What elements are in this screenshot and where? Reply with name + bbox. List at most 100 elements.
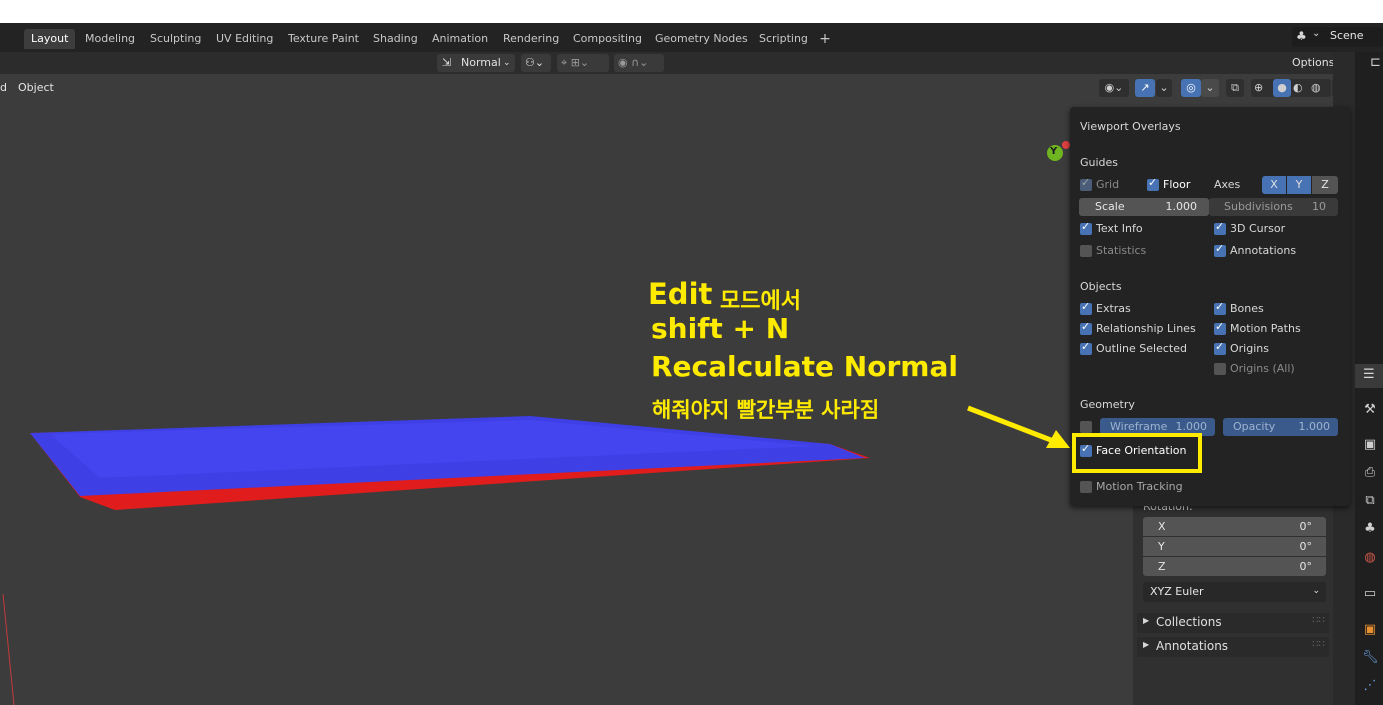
modifier-icon[interactable]: 🔧︎ — [1362, 650, 1379, 666]
tab-geometry-nodes[interactable]: Geometry Nodes — [648, 29, 755, 49]
subdivisions-field[interactable]: Subdivisions 10 — [1209, 198, 1338, 216]
objects-heading: Objects — [1080, 280, 1122, 293]
snap-toggle[interactable]: ⌖ ⊞⌄ — [557, 54, 609, 72]
scale-field[interactable]: Scale 1.000 — [1079, 198, 1209, 216]
drag-handle-icon[interactable]: ∷∷ — [1312, 615, 1325, 626]
render-icon[interactable]: ▣ — [1362, 437, 1378, 453]
statistics-checkbox[interactable] — [1080, 245, 1092, 257]
annotation-line3: Recalculate Normal — [651, 350, 958, 383]
grid-checkbox[interactable] — [1080, 176, 1092, 191]
annotations-checkbox[interactable] — [1214, 242, 1226, 257]
motion-paths-checkbox[interactable] — [1214, 320, 1226, 335]
drag-handle-icon[interactable]: ∷∷ — [1312, 639, 1325, 650]
motion-tracking-checkbox[interactable] — [1080, 481, 1092, 493]
tab-compositing[interactable]: Compositing — [566, 29, 649, 49]
origins-checkbox[interactable] — [1214, 340, 1226, 355]
axis-z-toggle[interactable]: Z — [1312, 176, 1338, 194]
object-menu[interactable]: Object — [13, 79, 59, 97]
rot-z-label: Z — [1158, 560, 1166, 573]
options-label: Options — [1292, 56, 1335, 69]
axis-y-toggle[interactable]: Y — [1287, 176, 1311, 194]
proportional-edit-toggle[interactable]: ◉ ∩⌄ — [614, 54, 664, 72]
relationship-lines-checkbox[interactable] — [1080, 320, 1092, 335]
gizmo-toggle[interactable]: ↗ — [1135, 79, 1155, 97]
extras-label: Extras — [1096, 302, 1131, 315]
origins-all-checkbox[interactable] — [1214, 363, 1226, 375]
rot-x-label: X — [1158, 520, 1166, 533]
statistics-label: Statistics — [1096, 244, 1147, 257]
tab-rendering[interactable]: Rendering — [496, 29, 566, 49]
shading-modes[interactable]: ⊕ ● ◐ ◍ — [1251, 79, 1331, 97]
text-info-checkbox[interactable] — [1080, 220, 1092, 235]
rot-x-value: 0° — [1299, 520, 1313, 533]
annotations-panel-header[interactable]: ▶ Annotations ∷∷ — [1137, 637, 1329, 657]
rotation-mode-dropdown[interactable]: XYZ Euler ⌄ — [1143, 582, 1326, 602]
visibility-dropdown[interactable]: ◉⌄ — [1099, 79, 1129, 97]
tool-settings-icon[interactable]: ⚒ — [1362, 402, 1378, 418]
transform-orientation-dropdown[interactable]: ⇲ Normal ⌄ — [437, 54, 515, 72]
add-workspace-button[interactable]: + — [817, 29, 833, 49]
solid-shading-icon: ● — [1273, 79, 1291, 97]
xray-toggle[interactable]: ⧉ — [1226, 79, 1244, 97]
collection-icon[interactable]: ▭ — [1362, 586, 1378, 602]
origins-all-label: Origins (All) — [1230, 362, 1295, 375]
material-shading-icon: ◐ — [1293, 81, 1303, 94]
scene-props-icon[interactable]: ♣ — [1362, 521, 1378, 537]
scale-label: Scale — [1095, 200, 1125, 213]
rotation-y-field[interactable]: Y 0° — [1143, 537, 1326, 556]
proportional-icon: ◉ ∩⌄ — [618, 56, 649, 69]
bones-checkbox[interactable] — [1214, 300, 1226, 315]
rot-y-label: Y — [1158, 540, 1165, 553]
3d-cursor-checkbox[interactable] — [1214, 220, 1226, 235]
collections-label: Collections — [1156, 615, 1222, 629]
wireframe-checkbox[interactable] — [1080, 421, 1092, 433]
overlays-title: Viewport Overlays — [1080, 120, 1181, 133]
pivot-icon: ⚇⌄ — [525, 56, 545, 69]
chevron-down-icon: ⌄ — [1159, 81, 1169, 94]
tab-layout[interactable]: Layout — [24, 29, 76, 49]
extras-checkbox[interactable] — [1080, 300, 1092, 315]
outline-selected-checkbox[interactable] — [1080, 340, 1092, 355]
subdivisions-label: Subdivisions — [1224, 200, 1293, 213]
grid-label: Grid — [1096, 178, 1120, 191]
mode-fragment[interactable]: d — [0, 79, 7, 97]
tab-uv-editing[interactable]: UV Editing — [209, 29, 280, 49]
tab-animation[interactable]: Animation — [425, 29, 495, 49]
overlays-toggle[interactable]: ◎ — [1181, 79, 1201, 97]
outliner-icon[interactable]: ⊏ — [1370, 55, 1381, 70]
origins-label: Origins — [1230, 342, 1269, 355]
collections-panel-header[interactable]: ▶ Collections ∷∷ — [1137, 613, 1329, 633]
floor-checkbox[interactable] — [1147, 176, 1159, 191]
rendered-shading-icon: ◍ — [1311, 81, 1321, 94]
overlays-icon: ◎ — [1186, 81, 1196, 94]
output-icon[interactable]: ⎙ — [1362, 465, 1378, 481]
tab-scripting[interactable]: Scripting — [752, 29, 815, 49]
chevron-down-icon: ⌄ — [503, 58, 511, 68]
gizmo-dropdown[interactable]: ⌄ — [1156, 79, 1172, 97]
particles-icon[interactable]: ⋰ — [1362, 678, 1378, 694]
rotation-x-field[interactable]: X 0° — [1143, 517, 1326, 536]
rotation-mode-label: XYZ Euler — [1150, 585, 1204, 598]
triangle-right-icon: ▶ — [1143, 640, 1150, 649]
motion-paths-label: Motion Paths — [1230, 322, 1301, 335]
scale-value: 1.000 — [1165, 200, 1198, 213]
scene-selector[interactable]: ♣ ⌄ Scene — [1292, 27, 1383, 47]
rotation-z-field[interactable]: Z 0° — [1143, 557, 1326, 576]
opacity-field[interactable]: Opacity 1.000 — [1223, 418, 1338, 436]
properties-tab-active-tool[interactable]: ☰ — [1355, 364, 1383, 388]
tab-texture-paint[interactable]: Texture Paint — [281, 29, 366, 49]
overlays-dropdown[interactable]: ⌄ — [1201, 79, 1219, 97]
tab-shading[interactable]: Shading — [366, 29, 425, 49]
relationship-lines-label: Relationship Lines — [1096, 322, 1196, 335]
subdivisions-value: 10 — [1312, 200, 1326, 213]
view-layer-icon[interactable]: ⧉ — [1362, 493, 1378, 509]
world-icon[interactable]: ◍ — [1362, 550, 1378, 566]
annotation-line4: 해줘야지 빨간부분 사라짐 — [652, 398, 880, 422]
pivot-point-dropdown[interactable]: ⚇⌄ — [521, 54, 551, 72]
axis-x-toggle[interactable]: X — [1262, 176, 1286, 194]
chevron-down-icon: ⌄ — [1312, 586, 1320, 596]
highlight-box — [1072, 433, 1202, 473]
tab-sculpting[interactable]: Sculpting — [143, 29, 208, 49]
object-props-icon[interactable]: ▣ — [1362, 622, 1378, 638]
tab-modeling[interactable]: Modeling — [78, 29, 142, 49]
